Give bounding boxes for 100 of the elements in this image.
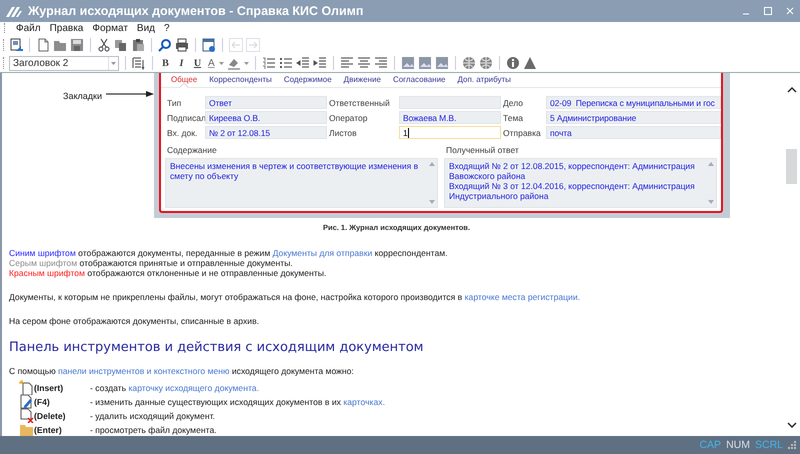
shortcut-key: (Insert) bbox=[34, 382, 90, 393]
printer-icon[interactable] bbox=[175, 38, 189, 52]
app-logo-icon bbox=[6, 4, 22, 17]
text-line: Внесены изменения в чертеж и соответствующие изменения в смету по объекту bbox=[170, 161, 420, 182]
text-line: Синим шрифтом отображаются документы, переданные в режим Документы для отправки корреспондентам. bbox=[9, 248, 449, 258]
copy-icon[interactable] bbox=[114, 38, 128, 52]
info-icon[interactable] bbox=[506, 56, 520, 70]
menu-item[interactable]: Формат bbox=[92, 22, 128, 34]
callout-arrow bbox=[106, 91, 154, 98]
scroll-up-icon[interactable] bbox=[787, 87, 797, 94]
underline-button[interactable]: U bbox=[191, 58, 204, 69]
picture-icon[interactable] bbox=[418, 56, 432, 70]
font-color-button[interactable]: A bbox=[207, 58, 216, 69]
input-field[interactable]: 5 Администрирование bbox=[546, 111, 721, 124]
action-description: - создать карточку исходящего документа. bbox=[90, 382, 259, 393]
section-heading: Панель инструментов и действия с исходящим документом bbox=[9, 340, 424, 356]
text-line: Входящий № 2 от 12.08.2015, корреспондент: Администрация Вавожского района bbox=[449, 161, 696, 182]
scroll-down-icon[interactable] bbox=[787, 422, 797, 428]
numbered-list-icon[interactable] bbox=[262, 56, 276, 70]
input-field[interactable]: 02-09 Переписка с муниципальными и гос bbox=[546, 96, 721, 110]
line-spacing-icon[interactable] bbox=[132, 56, 146, 70]
menu-item[interactable]: ? bbox=[164, 22, 170, 34]
close-icon[interactable] bbox=[786, 6, 794, 15]
link[interactable]: Документы для отправки bbox=[272, 248, 372, 258]
picture-icon[interactable] bbox=[434, 56, 449, 70]
field-label: Отправка bbox=[502, 128, 542, 138]
tab[interactable]: Корреспонденты bbox=[203, 73, 278, 88]
caret-icon bbox=[111, 62, 116, 65]
input-field[interactable]: Киреева О.В. bbox=[205, 111, 327, 124]
link[interactable]: панели инструментов и контекстного меню bbox=[58, 366, 230, 376]
field-label: Ответственный bbox=[328, 98, 391, 108]
input-field[interactable]: почта bbox=[546, 126, 721, 140]
text-line: Входящий № 3 от 12.04.2016, корреспондент: Администрация Индустриального района bbox=[449, 181, 696, 202]
shortcut-key: (Enter) bbox=[34, 424, 90, 435]
shortcut-key: (Delete) bbox=[34, 410, 90, 421]
clipboard-icon[interactable] bbox=[131, 38, 145, 52]
new-document-icon bbox=[19, 380, 34, 396]
resize-grip-icon[interactable] bbox=[788, 441, 796, 450]
picture-icon[interactable] bbox=[400, 56, 415, 70]
warning-icon[interactable] bbox=[522, 56, 537, 70]
scroll-thumb[interactable] bbox=[786, 149, 797, 184]
highlighter-icon[interactable] bbox=[226, 56, 241, 70]
paragraph: На сером фоне отображаются документы, списанные в архив. bbox=[9, 316, 260, 326]
input-field[interactable]: Вожаева М.В. bbox=[399, 111, 501, 124]
field-label: Тема bbox=[502, 112, 524, 123]
text-line: Серым шрифтом отображаются принятые и отправленные документы. bbox=[9, 258, 294, 268]
search-icon[interactable] bbox=[158, 38, 172, 52]
link[interactable]: карточках. bbox=[343, 396, 385, 407]
window-title: Журнал исходящих документов - Справка КИС Олимп bbox=[28, 4, 364, 18]
field-label: Подписал bbox=[166, 112, 205, 123]
link[interactable]: карточку исходящего документа. bbox=[128, 382, 259, 393]
caret-icon[interactable] bbox=[244, 62, 249, 65]
globe-icon[interactable] bbox=[462, 56, 476, 70]
input-field[interactable]: Ответ bbox=[205, 96, 327, 110]
menu-item[interactable]: Файл bbox=[16, 22, 41, 34]
field-label: Вх. док. bbox=[166, 128, 198, 138]
paragraph: С помощью панели инструментов и контекстного меню исходящего документа можно: bbox=[9, 366, 355, 376]
field-label: Дело bbox=[502, 98, 524, 108]
menu-item[interactable]: Правка bbox=[50, 22, 84, 34]
caret-icon[interactable] bbox=[218, 62, 224, 65]
status-indicator: SCRL bbox=[754, 439, 783, 452]
align-left-icon[interactable] bbox=[340, 56, 354, 70]
tab[interactable]: Доп. атрибуты bbox=[452, 73, 517, 88]
action-description: - изменить данные существующих исходящих документов в их карточках. bbox=[90, 396, 385, 407]
action-description: - просмотреть файл документа. bbox=[90, 424, 217, 435]
field-label: Тип bbox=[166, 98, 182, 108]
bulleted-list-icon[interactable] bbox=[278, 56, 293, 70]
tab[interactable]: Согласование bbox=[386, 73, 452, 88]
scissors-icon[interactable] bbox=[97, 38, 111, 52]
maximize-icon[interactable] bbox=[764, 6, 772, 15]
field-label: Оператор bbox=[328, 112, 368, 123]
status-indicator: NUM bbox=[726, 439, 750, 452]
document-icon[interactable] bbox=[202, 38, 216, 52]
field-label: Полученный ответ bbox=[445, 145, 520, 156]
globe-icon[interactable] bbox=[478, 56, 493, 70]
shortcut-key: (F4) bbox=[34, 396, 90, 407]
tab[interactable]: Движение bbox=[338, 73, 387, 88]
status-indicator: CAP bbox=[699, 439, 722, 452]
align-right-icon[interactable] bbox=[374, 56, 388, 70]
indent-icon[interactable] bbox=[312, 56, 327, 70]
text-line: Красным шрифтом отображаются отклоненные и не отправленные документы. bbox=[9, 268, 328, 278]
tab[interactable]: Содержимое bbox=[278, 73, 338, 88]
input-field[interactable]: 1 bbox=[399, 126, 501, 140]
link[interactable]: карточке места регистрации. bbox=[464, 292, 580, 302]
italic-button[interactable]: I bbox=[175, 58, 188, 69]
input-field[interactable] bbox=[399, 96, 501, 110]
action-description: - удалить исходящий документ. bbox=[90, 410, 215, 421]
align-center-icon[interactable] bbox=[356, 56, 371, 70]
style-dropdown[interactable]: Заголовок 2 bbox=[9, 56, 119, 71]
delete-document-icon bbox=[19, 408, 34, 424]
menu-item[interactable]: Вид bbox=[136, 22, 155, 34]
paragraph: Документы, к которым не прикреплены файлы, могут отображаться на фоне, настройка которого производится в карточке места регистрации. bbox=[9, 292, 582, 302]
bold-button[interactable]: B bbox=[159, 58, 172, 69]
edit-document-icon bbox=[19, 394, 34, 410]
field-label: Содержание bbox=[166, 145, 218, 156]
input-field[interactable]: № 2 от 12.08.15 bbox=[205, 126, 327, 140]
callout-label: Закладки bbox=[63, 91, 102, 102]
new-document-icon[interactable] bbox=[36, 38, 50, 52]
field-label: Листов bbox=[328, 128, 358, 138]
outdent-icon[interactable] bbox=[296, 56, 310, 70]
